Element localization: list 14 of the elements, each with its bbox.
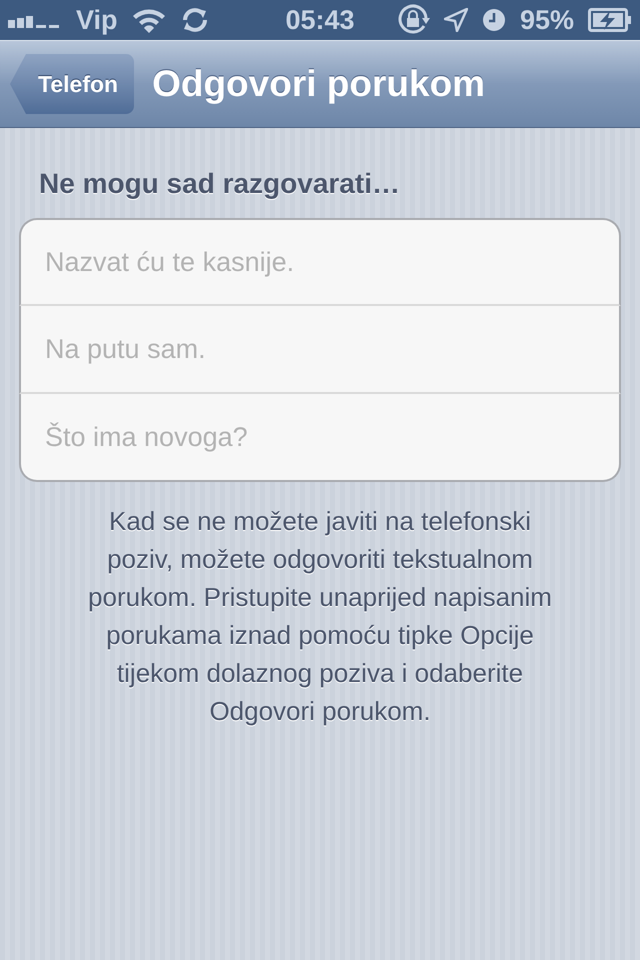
battery-percent: 95%	[520, 4, 574, 36]
clock-time: 05:43	[285, 4, 355, 36]
battery-charging-icon	[588, 8, 632, 32]
carrier-name: Vip	[76, 4, 118, 36]
message-field[interactable]: Što ima novoga?	[19, 394, 621, 482]
footer-note: Kad se ne možete javiti na telefonski poziv, možete odgovoriti tekstualnom porukom. Pristupite unaprijed napisanim porukama iznad pomoću tipke Opcije tijekom dolaznog poziva i odaberite Odgovori porukom.	[87, 505, 553, 728]
back-button[interactable]: Telefon	[10, 54, 134, 114]
message-field[interactable]: Na putu sam.	[19, 306, 621, 394]
clock-icon	[482, 8, 506, 32]
wifi-icon	[132, 7, 166, 33]
screen-title: Odgovori porukom	[152, 63, 486, 105]
message-field[interactable]: Nazvat ću te kasnije.	[19, 218, 621, 306]
section-header: Ne mogu sad razgovarati…	[39, 168, 401, 200]
location-icon	[444, 8, 468, 32]
